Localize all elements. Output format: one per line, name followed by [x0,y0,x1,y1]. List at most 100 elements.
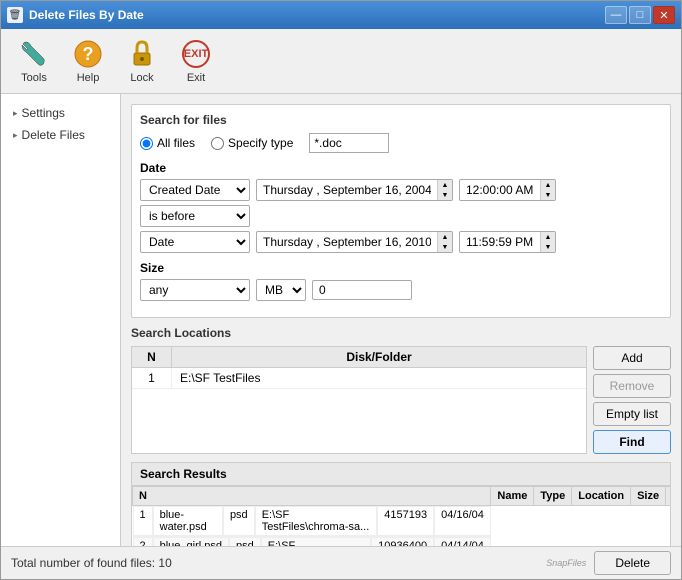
close-button[interactable]: ✕ [653,6,675,24]
date-type-select[interactable]: Created Date Modified Date Accessed Date [140,179,250,201]
all-files-radio[interactable] [140,137,153,150]
add-button[interactable]: Add [593,346,671,370]
exit-button[interactable]: EXIT Exit [171,33,221,89]
result-date: 04/14/04 [434,537,491,546]
sidebar-item-delete-files[interactable]: Delete Files [1,124,120,146]
time1-input[interactable] [460,181,540,199]
delete-button[interactable]: Delete [594,551,671,575]
locations-col-folder: Disk/Folder [172,347,586,367]
time1-input-group: ▲ ▼ [459,179,556,201]
watermark: SnapFiles [546,558,586,568]
help-icon: ? [72,38,104,70]
search-for-files-section: Search for files All files Specify type … [131,104,671,318]
date-row-1: Created Date Modified Date Accessed Date… [140,179,662,201]
table-row[interactable]: 1 E:\SF TestFiles [132,368,586,389]
date2-spin: ▲ ▼ [437,232,452,252]
locations-table-wrap: N Disk/Folder 1 E:\SF TestFiles Add Remo… [131,346,671,454]
search-results-title: Search Results [132,463,670,486]
result-date: 04/16/04 [434,506,491,536]
table-row[interactable]: 1 blue-water.psd psd E:\SF TestFiles\chr… [133,506,491,537]
size-condition-select[interactable]: any less than greater than [140,279,250,301]
svg-text:?: ? [83,44,94,64]
date1-up-button[interactable]: ▲ [438,180,452,190]
results-col-location: Location [572,487,631,506]
date1-input[interactable] [257,181,437,199]
result-location: E:\SF TestFiles\chroma-sa... [255,506,378,536]
locations-buttons: Add Remove Empty list Find [593,346,671,454]
specify-type-input[interactable] [309,133,389,153]
results-table: N Name Type Location Size Date 1 [132,486,670,546]
size-section: Size any less than greater than MB KB GB [140,261,662,301]
results-col-type: Type [534,487,572,506]
lock-button[interactable]: Lock [117,33,167,89]
time2-up-button[interactable]: ▲ [541,232,555,242]
minimize-button[interactable]: — [605,6,627,24]
results-col-n: N [133,487,491,506]
location-row-folder: E:\SF TestFiles [172,368,586,388]
search-results-section: Search Results N Name Type Location Size… [131,462,671,546]
help-label: Help [77,72,100,84]
window-title: Delete Files By Date [29,8,144,22]
results-col-date: Date [666,487,670,506]
locations-empty-space [132,389,586,429]
lock-label: Lock [130,72,153,84]
remove-button[interactable]: Remove [593,374,671,398]
wrench-icon [18,38,50,70]
empty-list-button[interactable]: Empty list [593,402,671,426]
all-files-radio-label[interactable]: All files [140,136,195,150]
maximize-button[interactable]: □ [629,6,651,24]
time1-spin: ▲ ▼ [540,180,555,200]
results-col-size: Size [631,487,666,506]
result-type: psd [223,506,255,536]
date2-down-button[interactable]: ▼ [438,242,452,252]
specify-type-radio[interactable] [211,137,224,150]
date2-up-button[interactable]: ▲ [438,232,452,242]
date1-input-group: ▲ ▼ [256,179,453,201]
date1-down-button[interactable]: ▼ [438,190,452,200]
tools-button[interactable]: Tools [9,33,59,89]
content-area: Settings Delete Files Search for files A… [1,94,681,546]
date2-input[interactable] [257,233,437,251]
results-scroll-area[interactable]: N Name Type Location Size Date 1 [132,486,670,546]
date-type2-select[interactable]: Date Time [140,231,250,253]
title-bar-left: 🗑 Delete Files By Date [7,7,144,23]
date1-spin: ▲ ▼ [437,180,452,200]
date-label: Date [140,161,662,175]
main-window: 🗑 Delete Files By Date — □ ✕ Tools ? [0,0,682,580]
tools-label: Tools [21,72,47,84]
status-bar: Total number of found files: 10 SnapFile… [1,546,681,579]
result-n: 1 [133,506,153,536]
result-type: psd [229,537,261,546]
size-value-input[interactable] [312,280,412,300]
all-files-text: All files [157,136,195,150]
lock-icon [126,38,158,70]
exit-icon: EXIT [180,38,212,70]
main-panel: Search for files All files Specify type … [121,94,681,546]
status-text: Total number of found files: 10 [11,556,172,570]
search-locations-title: Search Locations [131,326,671,340]
title-controls: — □ ✕ [605,6,675,24]
toolbar: Tools ? Help Lock EXIT [1,29,681,94]
sidebar: Settings Delete Files [1,94,121,546]
size-label: Size [140,261,662,275]
condition-select[interactable]: is before is after is equal [140,205,250,227]
result-size: 10936400 [371,537,434,546]
sidebar-item-settings[interactable]: Settings [1,102,120,124]
time2-spin: ▲ ▼ [540,232,555,252]
result-name: blue_girl.psd [153,537,229,546]
search-locations-section: Search Locations N Disk/Folder 1 E:\SF T… [131,326,671,454]
size-unit-select[interactable]: MB KB GB [256,279,306,301]
time1-down-button[interactable]: ▼ [541,190,555,200]
specify-type-radio-label[interactable]: Specify type [211,136,293,150]
date-section: Date Created Date Modified Date Accessed… [140,161,662,253]
time1-up-button[interactable]: ▲ [541,180,555,190]
results-col-name: Name [491,487,534,506]
help-button[interactable]: ? Help [63,33,113,89]
table-row[interactable]: 2 blue_girl.psd psd E:\SF TestFiles\chro… [133,537,491,546]
date-row-3: Date Time ▲ ▼ [140,231,662,253]
time2-down-button[interactable]: ▼ [541,242,555,252]
time2-input[interactable] [460,233,540,251]
result-n: 2 [133,537,153,546]
find-button[interactable]: Find [593,430,671,454]
app-icon: 🗑 [7,7,23,23]
